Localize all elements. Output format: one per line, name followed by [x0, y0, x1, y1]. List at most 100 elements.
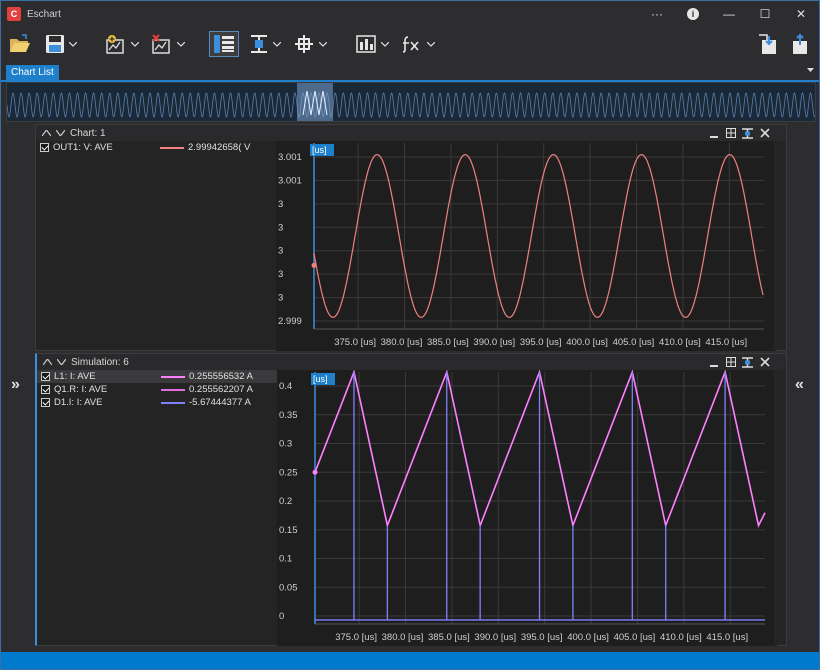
- list-view-button[interactable]: [209, 31, 239, 57]
- chart-panel-tools: [707, 127, 772, 139]
- cursor-chevron-down-icon[interactable]: [273, 31, 281, 57]
- x-tick-label: 415.0 [us]: [706, 632, 748, 643]
- y-tick-label: 2.999: [278, 316, 302, 327]
- plot-background: [276, 141, 776, 351]
- close-panel-icon[interactable]: [758, 356, 772, 368]
- grid-panel-icon[interactable]: [724, 356, 738, 368]
- bar-chart-chevron-down-icon[interactable]: [381, 31, 389, 57]
- window-controls: ··· i — ☐ ✕: [639, 1, 819, 27]
- cursor-button[interactable]: [245, 31, 273, 57]
- expand-left-double-chevron-icon[interactable]: »: [11, 376, 20, 394]
- chart-panel-header: Chart: 1: [36, 125, 786, 141]
- open-button[interactable]: [5, 31, 35, 57]
- remove-chart-chevron-down-icon[interactable]: [177, 31, 185, 57]
- import-icon: [793, 33, 807, 54]
- chart-plot-area[interactable]: 375.0 [us] 380.0 [us] 385.0 [us] 390.0 [us]…: [276, 141, 776, 351]
- x-tick-label: 375.0 [us]: [334, 337, 376, 348]
- crosshair-icon: [295, 35, 313, 53]
- fx-icon: [402, 36, 419, 53]
- minimize-button[interactable]: —: [711, 1, 747, 27]
- chart-plot-area[interactable]: 375.0 [us] 380.0 [us] 385.0 [us] 390.0 [us]…: [277, 370, 777, 646]
- crosshair-button[interactable]: [289, 31, 319, 57]
- close-button[interactable]: ✕: [783, 1, 819, 27]
- expand-right-double-chevron-icon[interactable]: «: [795, 376, 804, 394]
- x-tick-label: 400.0 [us]: [566, 337, 608, 348]
- collapse-up-icon[interactable]: [40, 127, 52, 139]
- y-tick-label: 3: [278, 269, 283, 280]
- y-tick-label: 0.4: [279, 381, 292, 392]
- folder-open-icon: [10, 34, 30, 52]
- legend-checkbox[interactable]: [40, 143, 49, 152]
- chart-title: Chart: 1: [70, 127, 106, 139]
- bar-chart-icon: [356, 35, 376, 53]
- remove-chart-button[interactable]: [147, 31, 177, 57]
- import-button[interactable]: [785, 31, 815, 57]
- y-tick-label: 3: [278, 246, 283, 257]
- legend-line-swatch: [161, 402, 185, 404]
- bar-chart-button[interactable]: [351, 31, 381, 57]
- overview-waveform: [7, 83, 815, 121]
- vertical-scrollbar[interactable]: [774, 370, 786, 645]
- crosshair-chevron-down-icon[interactable]: [319, 31, 327, 57]
- cursor-panel-icon[interactable]: [741, 356, 755, 368]
- series-start-marker: [311, 262, 317, 268]
- x-tick-label: 385.0 [us]: [428, 632, 470, 643]
- overview-navigator[interactable]: [6, 82, 816, 122]
- tab-menu-chevron-down-icon[interactable]: [807, 68, 814, 72]
- cursor-panel-icon[interactable]: [741, 127, 755, 139]
- collapse-down-icon[interactable]: [54, 127, 66, 139]
- x-tick-label: 375.0 [us]: [335, 632, 377, 643]
- export-button[interactable]: [753, 31, 783, 57]
- save-button[interactable]: [41, 31, 69, 57]
- y-tick-label: 3: [278, 293, 283, 304]
- chart-list-tabbar: Chart List: [1, 64, 819, 82]
- collapse-down-icon[interactable]: [55, 356, 67, 368]
- cursor-label: [us]: [313, 374, 328, 384]
- add-chart-chevron-down-icon[interactable]: [131, 31, 139, 57]
- y-tick-label: 3: [278, 222, 283, 233]
- y-tick-label: 0.1: [279, 554, 292, 565]
- plot-background: [277, 370, 777, 646]
- chart-panel-2: Simulation: 6 L1: I: AVE 0.255556532 A Q…: [35, 353, 787, 646]
- overview-viewport: [297, 83, 333, 121]
- fx-chevron-down-icon[interactable]: [427, 31, 435, 57]
- app-window: C Eschart ··· i — ☐ ✕ Chart List » « Cha…: [0, 0, 820, 670]
- legend-row[interactable]: D1.I: I: AVE -5.67444377 A: [37, 396, 277, 409]
- x-tick-label: 390.0 [us]: [474, 632, 516, 643]
- legend-row[interactable]: L1: I: AVE 0.255556532 A: [37, 370, 277, 383]
- y-tick-label: 0.25: [279, 467, 298, 478]
- legend-series-name: Q1.R: I: AVE: [54, 384, 108, 395]
- more-options-button[interactable]: ···: [639, 1, 675, 27]
- legend-series-name: OUT1: V: AVE: [53, 142, 113, 153]
- legend-checkbox[interactable]: [41, 398, 50, 407]
- grid-panel-icon[interactable]: [724, 127, 738, 139]
- minimize-panel-icon[interactable]: [707, 356, 721, 368]
- save-menu-chevron-down-icon[interactable]: [69, 31, 77, 57]
- minimize-panel-icon[interactable]: [707, 127, 721, 139]
- x-tick-label: 415.0 [us]: [705, 337, 747, 348]
- collapse-up-icon[interactable]: [41, 356, 53, 368]
- vertical-scrollbar[interactable]: [774, 141, 786, 350]
- legend-series-value: 2.99942658( V: [188, 142, 251, 153]
- legend-row[interactable]: Q1.R: I: AVE 0.255562207 A: [37, 383, 277, 396]
- add-chart-button[interactable]: [101, 31, 131, 57]
- tab-chart-list[interactable]: Chart List: [6, 65, 59, 81]
- title-bar: C Eschart ··· i — ☐ ✕: [1, 1, 819, 27]
- info-icon: i: [687, 8, 699, 20]
- cursor-icon: [251, 35, 267, 53]
- legend-checkbox[interactable]: [41, 372, 50, 381]
- close-panel-icon[interactable]: [758, 127, 772, 139]
- maximize-button[interactable]: ☐: [747, 1, 783, 27]
- status-bar: [1, 652, 819, 669]
- export-icon: [759, 34, 776, 54]
- x-tick-label: 395.0 [us]: [520, 337, 562, 348]
- legend-series-value: 0.255562207 A: [189, 384, 253, 395]
- legend-row[interactable]: OUT1: V: AVE 2.99942658( V: [36, 141, 276, 154]
- info-button[interactable]: i: [675, 1, 711, 27]
- legend-checkbox[interactable]: [41, 385, 50, 394]
- save-icon: [46, 35, 64, 53]
- chart-panel-1: Chart: 1 OUT1: V: AVE 2.99942658( V 375.…: [35, 124, 787, 351]
- y-tick-label: 3.001: [278, 175, 302, 186]
- fx-button[interactable]: [397, 31, 427, 57]
- add-chart-icon: [106, 35, 124, 54]
